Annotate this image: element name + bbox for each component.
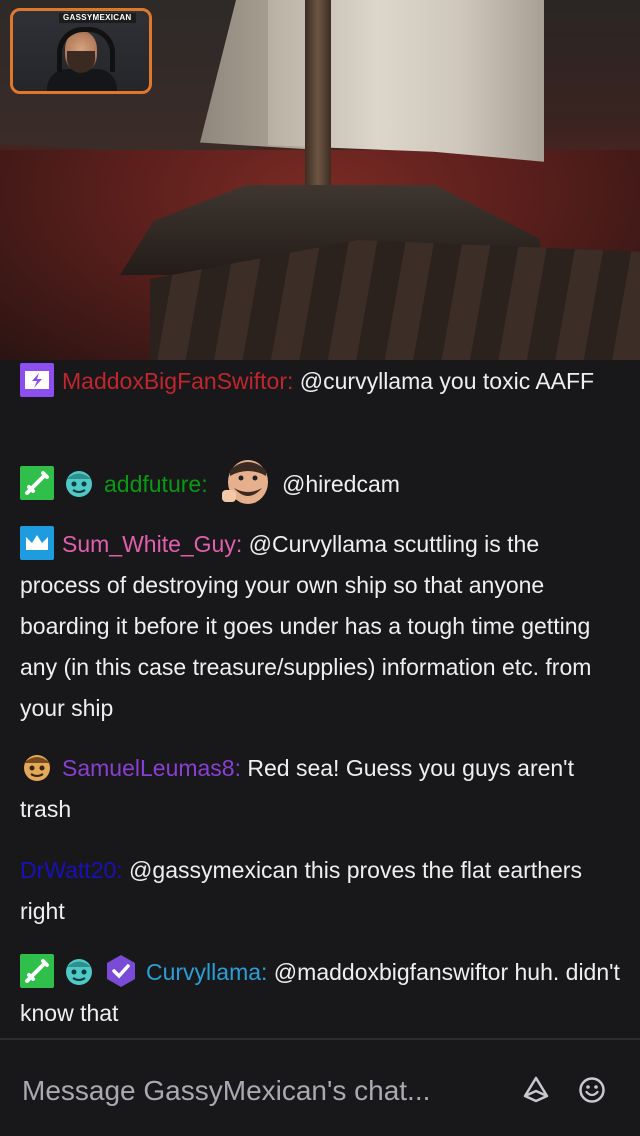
chat-username[interactable]: Curvyllama: bbox=[146, 959, 267, 985]
chat-username[interactable]: DrWatt20: bbox=[20, 857, 123, 883]
chat-username[interactable]: addfuture: bbox=[104, 471, 208, 497]
chat-message-text: @hiredcam bbox=[275, 471, 400, 498]
emote-picker-icon[interactable] bbox=[572, 1070, 612, 1110]
chat-message-text: @Curvyllama scuttling is the process of … bbox=[20, 531, 592, 721]
webcam-emblem-icon bbox=[79, 91, 95, 94]
chat-message: SamuelLeumas8: Red sea! Guess you guys a… bbox=[20, 748, 624, 830]
pirate-badge-icon[interactable] bbox=[62, 954, 96, 988]
chat-message-input[interactable] bbox=[20, 1068, 504, 1114]
chat-message: addfuture: @hiredcam bbox=[20, 460, 624, 510]
sword-badge-icon[interactable] bbox=[20, 466, 54, 500]
chat-list[interactable]: MaddoxBigFanSwiftor: @curvyllama you tox… bbox=[0, 360, 640, 1038]
prime-gaming-badge-icon[interactable] bbox=[20, 362, 54, 397]
chat-input-bar bbox=[0, 1038, 640, 1136]
verified-badge-icon[interactable] bbox=[104, 954, 138, 988]
pirate-gold-badge-icon[interactable] bbox=[20, 750, 54, 784]
crown-badge-icon[interactable] bbox=[20, 525, 54, 560]
pirate-badge-icon[interactable] bbox=[62, 466, 96, 500]
chat-message: MaddoxBigFanSwiftor: @curvyllama you tox… bbox=[20, 361, 624, 402]
chat-username[interactable]: MaddoxBigFanSwiftor: bbox=[62, 368, 293, 394]
chat-message: Sum_White_Guy: @Curvyllama scuttling is … bbox=[20, 524, 624, 729]
sword-badge-icon[interactable] bbox=[20, 953, 54, 988]
headphones-icon bbox=[57, 27, 115, 72]
stream-video[interactable]: GASSYMEXICAN bbox=[0, 0, 640, 360]
webcam-label: GASSYMEXICAN bbox=[59, 13, 136, 23]
chat-message: Curvyllama: @maddoxbigfanswiftor huh. di… bbox=[20, 952, 624, 1034]
chat-username[interactable]: SamuelLeumas8: bbox=[62, 755, 241, 781]
twitch-mobile-app: GASSYMEXICAN MaddoxBigFanSwiftor: @curvy… bbox=[0, 0, 640, 1136]
chat-username[interactable]: Sum_White_Guy: bbox=[62, 531, 242, 557]
thinking-face-emote-icon bbox=[220, 458, 272, 506]
bits-icon[interactable] bbox=[516, 1070, 556, 1110]
chat-message-text: @curvyllama you toxic AAFF bbox=[293, 368, 595, 394]
streamer-webcam: GASSYMEXICAN bbox=[10, 8, 152, 94]
chat-message: DrWatt20: @gassymexican this proves the … bbox=[20, 850, 624, 932]
